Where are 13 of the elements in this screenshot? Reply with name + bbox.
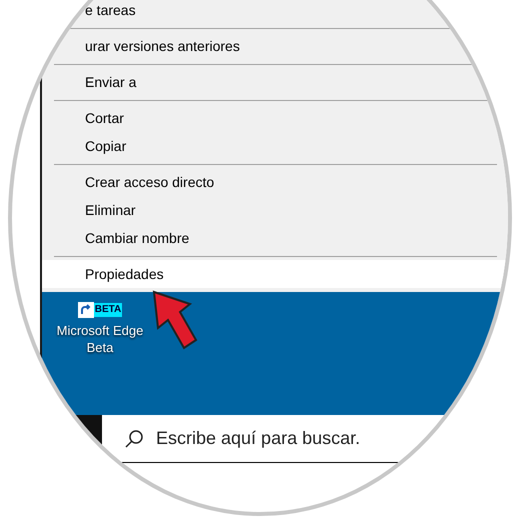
search-icon [124,428,144,448]
icon-label[interactable]: Microsoft Edge Beta [52,322,148,356]
menu-item[interactable]: Propiedades [42,260,508,288]
menu-item[interactable]: Enviar a [42,68,508,96]
menu-item[interactable]: urar versiones anteriores [42,32,508,60]
menu-item[interactable]: Eliminar [42,196,508,224]
search-field[interactable]: Escribe aquí para buscar. [156,425,456,452]
menu-item[interactable]: Cambiar nombre [42,224,508,252]
beta-badge: BETA [94,303,122,317]
menu-item[interactable]: Crear acceso directo [42,168,508,196]
menu-item[interactable]: Copiar [42,132,508,160]
menu-item[interactable]: Cortar [42,104,508,132]
menu-item[interactable]: e tareas [42,0,508,24]
